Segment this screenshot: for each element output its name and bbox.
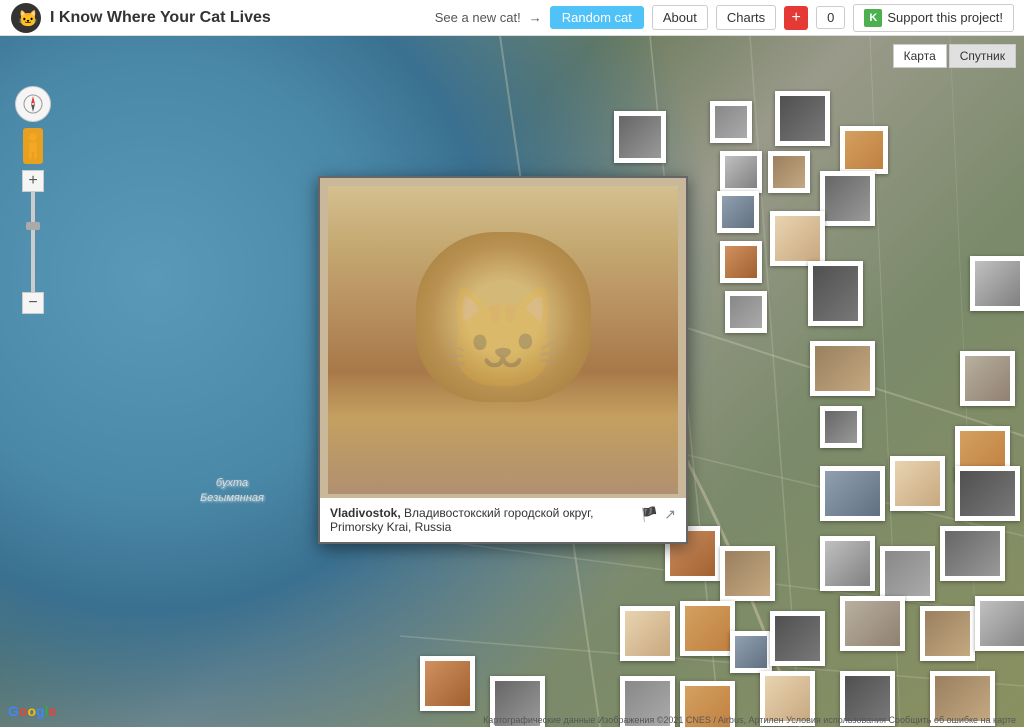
pegman-icon — [25, 132, 41, 160]
cat-thumbnail[interactable] — [768, 151, 810, 193]
cat-face-sim — [328, 186, 678, 494]
cat-thumbnail[interactable] — [920, 606, 975, 661]
cat-thumbnail[interactable] — [720, 546, 775, 601]
cat-thumbnail[interactable] — [890, 456, 945, 511]
cat-thumbnail[interactable] — [840, 126, 888, 174]
cat-thumbnail[interactable] — [820, 466, 885, 521]
cat-thumbnail[interactable] — [770, 211, 825, 266]
flag-button[interactable]: 🏴 — [641, 506, 658, 523]
charts-button[interactable]: Charts — [716, 5, 776, 30]
zoom-track[interactable] — [31, 192, 35, 292]
cat-thumbnail[interactable] — [955, 466, 1020, 521]
map-type-satellite-button[interactable]: Спутник — [949, 44, 1016, 68]
cat-thumbnail[interactable] — [725, 291, 767, 333]
map[interactable]: Карта Спутник + − бух — [0, 36, 1024, 727]
add-button[interactable]: + — [784, 6, 808, 30]
zoom-out-button[interactable]: − — [22, 292, 44, 314]
cat-thumbnail[interactable] — [770, 611, 825, 666]
popup-actions: 🏴 ↗ — [641, 506, 676, 523]
compass-icon — [23, 94, 43, 114]
cat-thumbnail[interactable] — [810, 341, 875, 396]
cat-thumbnail[interactable] — [880, 546, 935, 601]
see-new-cat-text: See a new cat! — [435, 10, 521, 25]
zoom-slider[interactable]: + − — [22, 170, 44, 314]
cat-thumbnail[interactable] — [970, 256, 1024, 311]
cat-thumbnail[interactable] — [614, 111, 666, 163]
popup-info: Vladivostok, Владивостокский городской о… — [320, 498, 686, 542]
map-type-buttons: Карта Спутник — [893, 44, 1016, 68]
popup-city: Vladivostok, — [330, 506, 401, 520]
count-badge: 0 — [816, 6, 845, 29]
arrow-icon: → — [529, 10, 542, 25]
cat-thumbnail[interactable] — [710, 101, 752, 143]
k-icon: K — [864, 9, 882, 27]
zoom-thumb[interactable] — [26, 222, 40, 230]
about-button[interactable]: About — [652, 5, 708, 30]
cat-thumbnail[interactable] — [840, 596, 905, 651]
cat-thumbnail[interactable] — [940, 526, 1005, 581]
zoom-in-button[interactable]: + — [22, 170, 44, 192]
cat-thumbnail[interactable] — [620, 606, 675, 661]
zoom-controls: + − — [15, 86, 51, 314]
cat-thumbnail[interactable] — [775, 91, 830, 146]
cat-thumbnail[interactable] — [420, 656, 475, 711]
share-button[interactable]: ↗ — [664, 506, 676, 523]
support-label: Support this project! — [887, 10, 1003, 25]
cat-thumbnail[interactable] — [975, 596, 1024, 651]
cat-logo-icon: 🐱 — [10, 2, 42, 34]
support-button[interactable]: K Support this project! — [853, 4, 1014, 32]
cat-thumbnail[interactable] — [808, 261, 863, 326]
header-center: See a new cat! → Random cat About Charts… — [435, 4, 1014, 32]
header: 🐱 I Know Where Your Cat Lives See a new … — [0, 0, 1024, 36]
logo-area: 🐱 I Know Where Your Cat Lives — [10, 2, 271, 34]
street-view-icon[interactable] — [23, 128, 43, 164]
compass-control[interactable] — [15, 86, 51, 122]
cat-thumbnail[interactable] — [720, 241, 762, 283]
cat-thumbnail[interactable] — [720, 151, 762, 193]
svg-text:🐱: 🐱 — [18, 10, 38, 28]
cat-thumbnail[interactable] — [960, 351, 1015, 406]
cat-thumbnail[interactable] — [717, 191, 759, 233]
cat-main-image — [328, 186, 678, 494]
cat-thumbnail[interactable] — [820, 171, 875, 226]
map-attribution: Картографические данные Изображения ©202… — [483, 715, 1016, 725]
cat-detail-popup: × Vladivostok, Владивостокский городской… — [318, 176, 688, 544]
site-title: I Know Where Your Cat Lives — [50, 9, 271, 27]
popup-image-area — [320, 178, 686, 498]
cat-thumbnail[interactable] — [680, 601, 735, 656]
popup-location: Vladivostok, Владивостокский городской о… — [330, 506, 641, 534]
google-logo: Google — [8, 703, 56, 719]
cat-thumbnail[interactable] — [820, 406, 862, 448]
random-cat-button[interactable]: Random cat — [550, 6, 644, 29]
cat-thumbnail[interactable] — [730, 631, 772, 673]
cat-thumbnail[interactable] — [820, 536, 875, 591]
map-type-carta-button[interactable]: Карта — [893, 44, 947, 68]
